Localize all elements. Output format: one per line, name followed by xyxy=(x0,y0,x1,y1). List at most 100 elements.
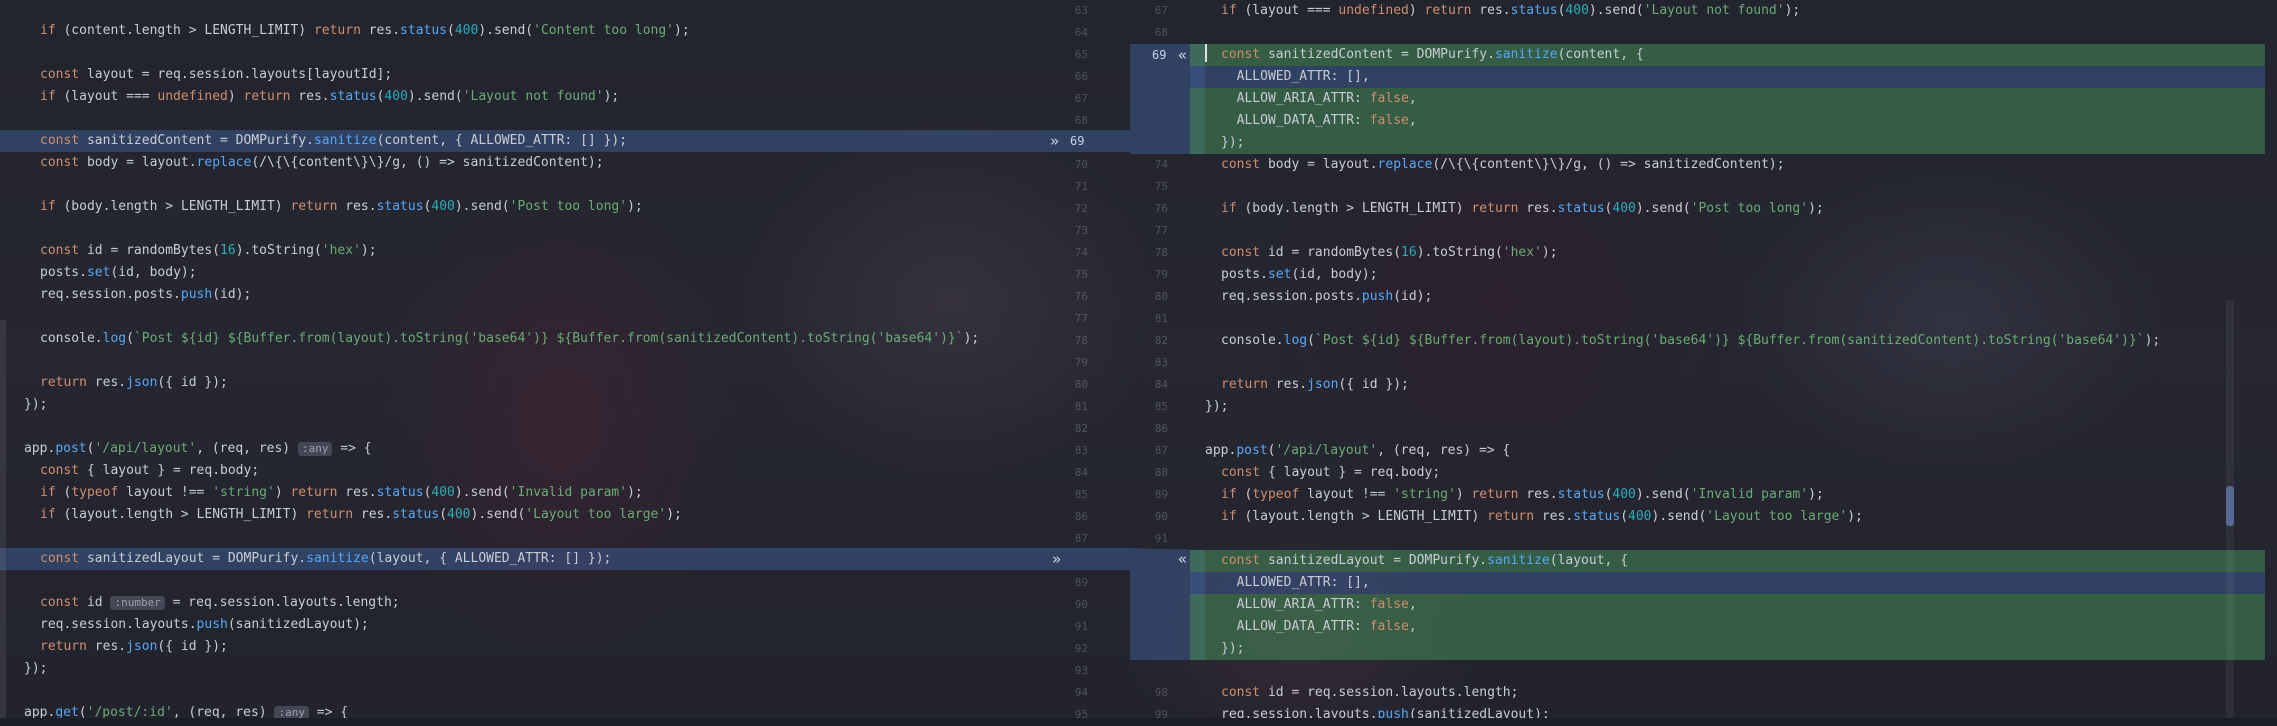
right-line-number: 79 xyxy=(1146,264,1168,286)
right-editor-pane[interactable]: if (layout === undefined) return res.sta… xyxy=(1190,0,2265,718)
right-code-line[interactable]: req.session.layouts.push(sanitizedLayout… xyxy=(1190,704,2265,718)
line-number-69-right: 69 xyxy=(1152,44,1166,66)
right-line-number: 68 xyxy=(1146,22,1168,44)
left-line-number: 84 xyxy=(1068,462,1088,484)
left-line-number: 73 xyxy=(1068,220,1088,242)
left-code-line[interactable]: const id = randomBytes(16).toString('hex… xyxy=(0,240,1042,262)
left-code-line[interactable]: posts.set(id, body); xyxy=(0,262,1042,284)
right-line-number: 83 xyxy=(1146,352,1168,374)
right-line-number: 89 xyxy=(1146,484,1168,506)
right-code-line[interactable]: const sanitizedContent = DOMPurify.sanit… xyxy=(1190,44,2265,66)
right-code-line[interactable]: const sanitizedLayout = DOMPurify.saniti… xyxy=(1190,550,2265,572)
left-line-number: 86 xyxy=(1068,506,1088,528)
right-code-line[interactable]: ALLOWED_ATTR: [], xyxy=(1190,66,2265,88)
right-code-line[interactable]: }); xyxy=(1190,638,2265,660)
right-code-line[interactable]: }); xyxy=(1190,132,2265,154)
apply-change-icon[interactable]: » xyxy=(1050,131,1059,153)
type-hint: :any xyxy=(274,706,309,719)
right-line-number: 76 xyxy=(1146,198,1168,220)
left-line-number: 68 xyxy=(1068,110,1088,132)
left-line-number: 80 xyxy=(1068,374,1088,396)
right-line-number: 91 xyxy=(1146,528,1168,550)
right-line-number: 82 xyxy=(1146,330,1168,352)
left-code-line[interactable]: const layout = req.session.layouts[layou… xyxy=(0,64,1042,86)
left-code-line[interactable]: app.get('/post/:id', (req, res) :any => … xyxy=(0,702,1042,718)
left-line-number: 71 xyxy=(1068,176,1088,198)
right-code-line[interactable]: if (layout.length > LENGTH_LIMIT) return… xyxy=(1190,506,2265,528)
right-line-number: 87 xyxy=(1146,440,1168,462)
right-code-line[interactable]: ALLOW_DATA_ATTR: false, xyxy=(1190,110,2265,132)
right-code-line[interactable]: const id = randomBytes(16).toString('hex… xyxy=(1190,242,2265,264)
right-line-number: 84 xyxy=(1146,374,1168,396)
left-code-line[interactable]: req.session.layouts.push(sanitizedLayout… xyxy=(0,614,1042,636)
right-code-line[interactable]: ALLOW_ARIA_ATTR: false, xyxy=(1190,594,2265,616)
left-line-number: 79 xyxy=(1068,352,1088,374)
right-code-line[interactable]: const id = req.session.layouts.length; xyxy=(1190,682,2265,704)
left-code-line[interactable]: const sanitizedContent = DOMPurify.sanit… xyxy=(0,130,1042,152)
right-line-number: 90 xyxy=(1146,506,1168,528)
left-line-number: 74 xyxy=(1068,242,1088,264)
right-line-number: 77 xyxy=(1146,220,1168,242)
right-line-number: 98 xyxy=(1146,682,1168,704)
left-line-number: 85 xyxy=(1068,484,1088,506)
left-code-line[interactable]: app.post('/api/layout', (req, res) :any … xyxy=(0,438,1042,460)
apply-change-icon-2[interactable]: » xyxy=(1052,549,1061,571)
left-code-line[interactable]: if (layout.length > LENGTH_LIMIT) return… xyxy=(0,504,1042,526)
left-code-line[interactable]: return res.json({ id }); xyxy=(0,372,1042,394)
right-code-line[interactable]: }); xyxy=(1190,396,2265,418)
left-code-line[interactable]: if (body.length > LENGTH_LIMIT) return r… xyxy=(0,196,1042,218)
left-code-line[interactable]: const { layout } = req.body; xyxy=(0,460,1042,482)
left-line-number: 90 xyxy=(1068,594,1088,616)
right-code-line[interactable]: return res.json({ id }); xyxy=(1190,374,2265,396)
left-code-line[interactable]: return res.json({ id }); xyxy=(0,636,1042,658)
left-code-line[interactable]: const sanitizedLayout = DOMPurify.saniti… xyxy=(0,548,1042,570)
right-code-line[interactable]: if (layout === undefined) return res.sta… xyxy=(1190,0,2265,22)
left-line-number: 78 xyxy=(1068,330,1088,352)
left-code-line[interactable]: req.session.posts.push(id); xyxy=(0,284,1042,306)
right-code-line[interactable]: console.log(`Post ${id} ${Buffer.from(la… xyxy=(1190,330,2265,352)
right-code-line[interactable]: ALLOW_ARIA_ATTR: false, xyxy=(1190,88,2265,110)
right-code-line[interactable]: const body = layout.replace(/\{\{content… xyxy=(1190,154,2265,176)
left-editor-pane[interactable]: if (content.length > LENGTH_LIMIT) retur… xyxy=(0,0,1042,718)
left-code-line[interactable]: if (content.length > LENGTH_LIMIT) retur… xyxy=(0,20,1042,42)
left-line-number: 72 xyxy=(1068,198,1088,220)
right-line-number: 85 xyxy=(1146,396,1168,418)
right-code-line[interactable]: if (body.length > LENGTH_LIMIT) return r… xyxy=(1190,198,2265,220)
left-line-number: 94 xyxy=(1068,682,1088,704)
right-code-line[interactable]: posts.set(id, body); xyxy=(1190,264,2265,286)
left-scrollbar[interactable] xyxy=(0,320,6,718)
left-code-line[interactable]: }); xyxy=(0,394,1042,416)
left-line-number: 87 xyxy=(1068,528,1088,550)
left-line-number: 92 xyxy=(1068,638,1088,660)
right-code-line[interactable]: app.post('/api/layout', (req, res) => { xyxy=(1190,440,2265,462)
line-number-69-left: 69 xyxy=(1070,130,1084,152)
right-code-line[interactable]: if (typeof layout !== 'string') return r… xyxy=(1190,484,2265,506)
left-code-line[interactable]: const id :number = req.session.layouts.l… xyxy=(0,592,1042,614)
right-line-number: 86 xyxy=(1146,418,1168,440)
left-code-line[interactable]: const body = layout.replace(/\{\{content… xyxy=(0,152,1042,174)
left-line-number: 95 xyxy=(1068,704,1088,726)
left-line-number: 91 xyxy=(1068,616,1088,638)
right-code-line[interactable]: ALLOWED_ATTR: [], xyxy=(1190,572,2265,594)
left-code-line[interactable]: }); xyxy=(0,658,1042,680)
left-line-number: 82 xyxy=(1068,418,1088,440)
right-code-line[interactable]: const { layout } = req.body; xyxy=(1190,462,2265,484)
right-line-number: 80 xyxy=(1146,286,1168,308)
right-line-number: 74 xyxy=(1146,154,1168,176)
type-hint: :any xyxy=(298,442,333,456)
right-line-number: 81 xyxy=(1146,308,1168,330)
right-scrollbar-thumb[interactable] xyxy=(2226,486,2234,526)
right-code-line[interactable]: req.session.posts.push(id); xyxy=(1190,286,2265,308)
revert-change-icon-2[interactable]: « xyxy=(1178,549,1187,571)
left-line-number: 76 xyxy=(1068,286,1088,308)
left-line-number: 89 xyxy=(1068,572,1088,594)
type-hint: :number xyxy=(110,596,164,610)
text-caret xyxy=(1205,44,1207,62)
left-line-number: 70 xyxy=(1068,154,1088,176)
left-line-number: 83 xyxy=(1068,440,1088,462)
left-code-line[interactable]: if (typeof layout !== 'string') return r… xyxy=(0,482,1042,504)
right-code-line[interactable]: ALLOW_DATA_ATTR: false, xyxy=(1190,616,2265,638)
left-code-line[interactable]: if (layout === undefined) return res.sta… xyxy=(0,86,1042,108)
left-code-line[interactable]: console.log(`Post ${id} ${Buffer.from(la… xyxy=(0,328,1042,350)
revert-change-icon[interactable]: « xyxy=(1178,45,1187,67)
